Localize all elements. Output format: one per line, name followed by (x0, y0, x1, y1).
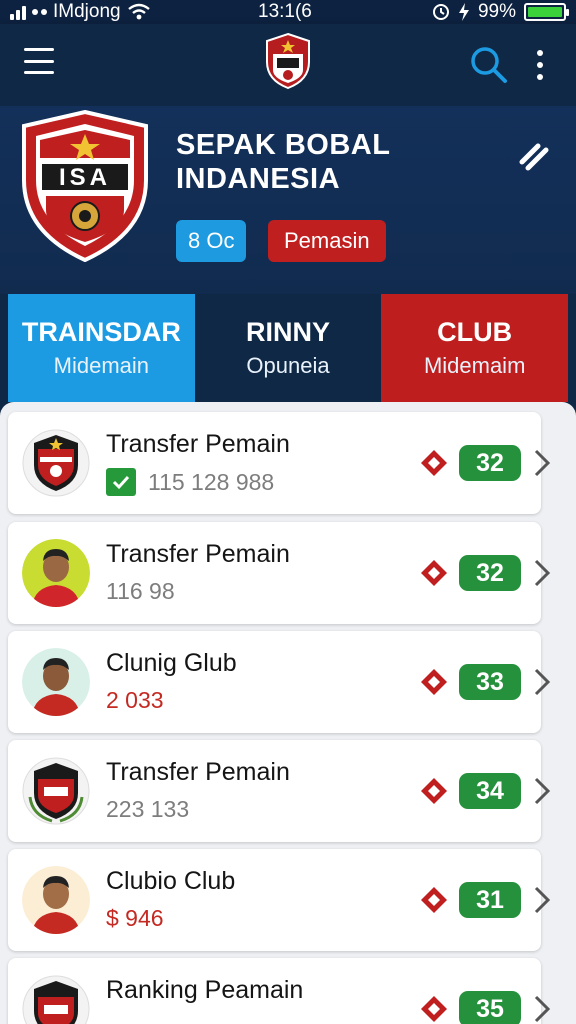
wifi-icon (127, 3, 150, 20)
chevron-right-icon[interactable] (532, 448, 552, 478)
diamond-icon (421, 996, 447, 1022)
chevron-right-icon[interactable] (532, 558, 552, 588)
item-title: Ranking Peamain (106, 976, 304, 1004)
hamburger-icon[interactable] (24, 48, 54, 74)
club-name: SEPAK BOBAL INDANESIA (176, 129, 390, 195)
list-item[interactable]: Transfer Pemain 115 128 988 32 (8, 412, 551, 514)
item-subtitle: 116 98 (106, 578, 175, 604)
player-avatar (22, 866, 90, 934)
list-item[interactable]: Ranking Peamain 35 (8, 958, 551, 1024)
battery-fill (528, 7, 562, 17)
signal-icon (10, 4, 26, 20)
tab-trainsdar[interactable]: TRAINSDAR Midemain (8, 294, 195, 402)
club-crest-icon: ISA (22, 110, 148, 262)
diamond-icon (421, 560, 447, 586)
club-badge-avatar (22, 757, 90, 825)
list-item[interactable]: Clubio Club $ 946 31 (8, 849, 551, 951)
crest-text: ISA (59, 164, 111, 191)
score-badge: 32 (459, 445, 521, 481)
diamond-icon (421, 450, 447, 476)
diamond-icon (421, 778, 447, 804)
more-vertical-icon[interactable] (532, 50, 548, 80)
alarm-icon (432, 4, 449, 20)
status-right: 99% (432, 1, 569, 23)
status-left: IMdjong (10, 1, 151, 23)
diamond-icon (421, 669, 447, 695)
bolt-icon (458, 3, 469, 21)
edit-icon[interactable] (516, 136, 552, 172)
checkbox-checked-icon[interactable] (106, 468, 136, 496)
score-badge: 31 (459, 882, 521, 918)
score-badge: 35 (459, 991, 521, 1024)
item-subtitle-row: 115 128 988 (106, 468, 274, 496)
battery-percent: 99% (477, 1, 516, 22)
transfer-list: Transfer Pemain 115 128 988 32 Transfer … (0, 402, 576, 1024)
signal-dots-icon (32, 9, 47, 15)
info-badge[interactable]: 8 Oc (176, 220, 247, 262)
player-avatar (22, 648, 90, 716)
top-nav (0, 24, 576, 106)
status-time: 13:1(6 (258, 1, 312, 22)
club-badge-avatar (22, 429, 90, 497)
tab-subtitle: Midemain (53, 353, 150, 378)
score-badge: 34 (459, 773, 521, 809)
club-header: ISA SEPAK BOBAL INDANESIA 8 Oc Pemasin (0, 106, 576, 294)
tab-title: RINNY (246, 317, 331, 347)
chevron-right-icon[interactable] (532, 667, 552, 697)
tab-bar: TRAINSDAR Midemain RINNY Opuneia CLUB Mi… (8, 294, 569, 402)
player-avatar (22, 539, 90, 607)
tab-title: CLUB (437, 317, 513, 347)
item-title: Transfer Pemain (106, 758, 290, 786)
item-subtitle: 223 133 (106, 796, 190, 822)
tab-subtitle: Midemaim (423, 353, 526, 378)
pemasin-badge[interactable]: Pemasin (268, 220, 386, 262)
tab-rinny[interactable]: RINNY Opuneia (194, 294, 382, 402)
item-title: Transfer Pemain (106, 540, 290, 568)
item-subtitle: 2 033 (106, 687, 164, 713)
carrier-name: IMdjong (53, 1, 121, 22)
item-subtitle: 115 128 988 (148, 468, 275, 495)
chevron-right-icon[interactable] (532, 994, 552, 1024)
score-badge: 32 (459, 555, 521, 591)
item-title: Transfer Pemain (106, 430, 290, 458)
club-logo-icon[interactable] (263, 32, 313, 90)
diamond-icon (421, 887, 447, 913)
tab-club[interactable]: CLUB Midemaim (381, 294, 569, 402)
club-badge-avatar (22, 975, 90, 1024)
item-subtitle: $ 946 (106, 905, 164, 931)
item-title: Clunig Glub (106, 649, 237, 677)
list-item[interactable]: Transfer Pemain 223 133 34 (8, 740, 551, 842)
status-bar: IMdjong 13:1(6 99% (0, 0, 576, 24)
search-icon[interactable] (468, 44, 508, 84)
list-item[interactable]: Transfer Pemain 116 98 32 (8, 522, 551, 624)
tab-title: TRAINSDAR (21, 317, 181, 347)
score-badge: 33 (459, 664, 521, 700)
item-title: Clubio Club (106, 867, 236, 895)
list-item[interactable]: Clunig Glub 2 033 33 (8, 631, 551, 733)
tab-subtitle: Opuneia (246, 353, 330, 378)
chevron-right-icon[interactable] (532, 776, 552, 806)
chevron-right-icon[interactable] (532, 885, 552, 915)
battery-icon (524, 3, 569, 21)
